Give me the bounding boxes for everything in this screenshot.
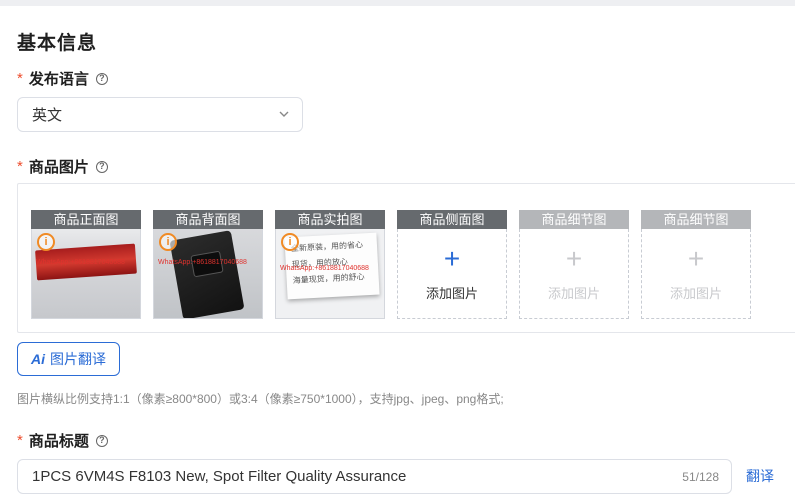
language-label-text: 发布语言: [28, 71, 89, 88]
add-image-area[interactable]: + 添加图片: [397, 229, 507, 319]
plus-icon: +: [687, 243, 705, 274]
plus-icon: +: [565, 243, 583, 274]
image-label: * 商品图片 ?: [17, 156, 108, 177]
add-image-label: 添加图片: [425, 286, 478, 301]
tile-caption: 商品正面图: [31, 210, 141, 229]
question-circle-icon[interactable]: ?: [95, 72, 108, 85]
tile-caption: 商品实拍图: [275, 210, 385, 229]
plus-icon: +: [443, 243, 461, 274]
warning-info-icon[interactable]: i: [281, 233, 299, 251]
product-photo: 全新原装，用的省心 现货，用的放心 海量现货，用的舒心 i WhatsApp:+…: [275, 229, 385, 319]
add-image-label: 添加图片: [547, 286, 600, 301]
product-title-value: 1PCS 6VM4S F8103 New, Spot Filter Qualit…: [32, 468, 407, 485]
product-title-input[interactable]: 1PCS 6VM4S F8103 New, Spot Filter Qualit…: [17, 459, 732, 494]
required-mark: *: [17, 158, 23, 175]
title-label: * 商品标题 ?: [17, 430, 108, 451]
language-select[interactable]: 英文: [17, 97, 303, 132]
top-divider: [0, 0, 795, 6]
image-tile-side[interactable]: 商品侧面图 + 添加图片: [397, 210, 507, 319]
image-tile-front[interactable]: 商品正面图 i WhatsApp:+8618817040688: [31, 210, 141, 319]
tile-caption: 商品细节图: [641, 210, 751, 229]
question-circle-icon[interactable]: ?: [95, 160, 108, 173]
photo-watermark: WhatsApp:+8618817040688: [36, 259, 125, 266]
tile-caption: 商品背面图: [153, 210, 263, 229]
image-label-text: 商品图片: [28, 159, 89, 176]
question-circle-icon[interactable]: ?: [95, 434, 108, 447]
product-photo: i WhatsApp:+8618817040688: [31, 229, 141, 319]
ai-icon: Ai: [31, 351, 45, 367]
title-label-text: 商品标题: [28, 433, 89, 450]
image-translate-button[interactable]: Ai 图片翻译: [17, 342, 120, 376]
photo-watermark: WhatsApp:+8618817040688: [280, 265, 369, 272]
image-tile-real[interactable]: 商品实拍图 全新原装，用的省心 现货，用的放心 海量现货，用的舒心 i What…: [275, 210, 385, 319]
warning-info-icon[interactable]: i: [37, 233, 55, 251]
image-translate-label: 图片翻译: [50, 351, 106, 367]
language-label: * 发布语言 ?: [17, 68, 108, 89]
image-tile-detail[interactable]: 商品细节图 + 添加图片: [519, 210, 629, 319]
required-mark: *: [17, 432, 23, 449]
add-image-area[interactable]: + 添加图片: [519, 229, 629, 319]
translate-link[interactable]: 翻译: [746, 466, 774, 486]
chevron-down-icon: [279, 111, 289, 117]
photo-watermark: WhatsApp:+8618817040688: [158, 259, 247, 266]
product-photo: i WhatsApp:+8618817040688: [153, 229, 263, 319]
tile-caption: 商品侧面图: [397, 210, 507, 229]
required-mark: *: [17, 70, 23, 87]
language-selected-value: 英文: [32, 107, 63, 124]
add-image-area[interactable]: + 添加图片: [641, 229, 751, 319]
warning-info-icon[interactable]: i: [159, 233, 177, 251]
char-counter: 51/128: [682, 470, 719, 484]
add-image-label: 添加图片: [669, 286, 722, 301]
image-tile-detail[interactable]: 商品细节图 + 添加图片: [641, 210, 751, 319]
tile-caption: 商品细节图: [519, 210, 629, 229]
section-title: 基本信息: [17, 33, 98, 54]
image-tile-back[interactable]: 商品背面图 i WhatsApp:+8618817040688: [153, 210, 263, 319]
image-hint-text: 图片横纵比例支持1:1（像素≥800*800）或3:4（像素≥750*1000）…: [17, 392, 504, 406]
